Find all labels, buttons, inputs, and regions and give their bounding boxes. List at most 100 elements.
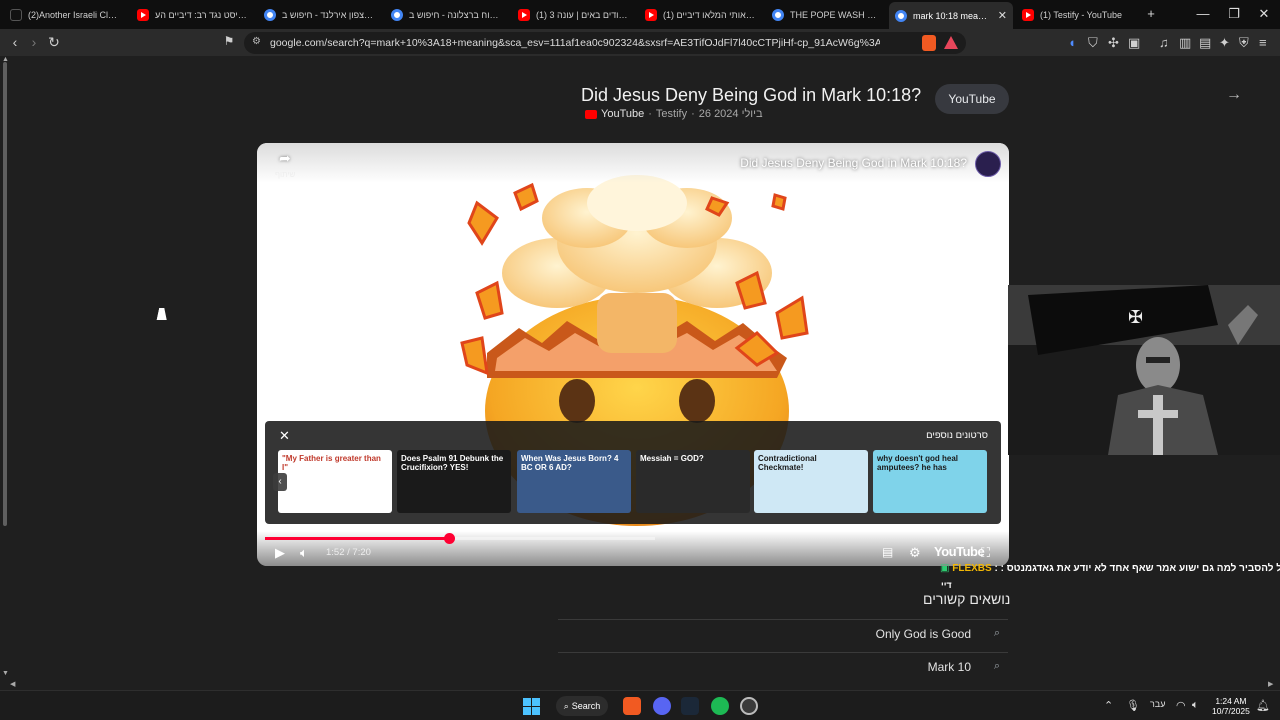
extensions-icon[interactable]: ✣	[1108, 35, 1119, 51]
tab-7[interactable]: THE POPE WASH FIT IN PI	[766, 4, 886, 26]
spotify-icon[interactable]	[711, 697, 729, 715]
minimize-button[interactable]: —	[1193, 6, 1213, 21]
clock-time: 1:24 AM	[1215, 696, 1247, 706]
clock[interactable]: 1:24 AM 10/7/2025	[1212, 696, 1250, 716]
share-icon[interactable]: ➦	[279, 150, 291, 167]
leo-ai-icon[interactable]: ✦	[1219, 35, 1230, 51]
screenshot-icon[interactable]: ▣	[1128, 35, 1140, 51]
language-indicator[interactable]: עבר	[1150, 699, 1165, 709]
horizontal-scrollbar[interactable]: ◀ ▶	[0, 680, 1280, 690]
tab-title: mark 10:18 meaning	[913, 10, 992, 21]
stream-overlay-knight-image: ✠	[1008, 285, 1280, 455]
scroll-right-arrow[interactable]: ▶	[1268, 680, 1273, 688]
wifi-icon[interactable]: ◠	[1176, 699, 1186, 712]
related-topics-heading: נושאים קשורים	[923, 591, 1011, 607]
media-icon[interactable]: ♫	[1159, 35, 1169, 50]
brave-shields-icon[interactable]	[922, 35, 936, 51]
tab-9[interactable]: (1) Testify - YouTube	[1016, 4, 1136, 26]
clock-date: 10/7/2025	[1212, 706, 1250, 716]
volume-icon[interactable]: 🔈︎	[1192, 699, 1199, 712]
meta-separator: ·	[648, 108, 652, 120]
related-topic-item[interactable]: Only God is Good ⌕	[558, 619, 1008, 651]
share-label[interactable]: שיתוף	[275, 170, 295, 179]
notification-bell-icon[interactable]: 🔔︎	[1256, 699, 1270, 712]
url-text[interactable]: google.com/search?q=mark+10%3A18+meaning…	[270, 37, 880, 49]
translate-icon[interactable]: ◖	[1068, 35, 1076, 50]
tab-6[interactable]: (1) שכנע אותי המלאו דיביים	[639, 4, 761, 26]
restore-button[interactable]: ❐	[1224, 6, 1244, 22]
new-tab-button[interactable]: +	[1141, 6, 1161, 21]
wallet-icon[interactable]: ▤	[1199, 35, 1211, 51]
tab-2[interactable]: אתאיסט נגד רב: דיביים הע	[131, 4, 253, 26]
tab-4[interactable]: ויכוח ברצלונה - חיפוש ב-Google	[385, 4, 507, 26]
chevron-left-icon[interactable]: ‹	[273, 473, 287, 491]
arrow-right-icon[interactable]: →	[1226, 86, 1242, 104]
tab-5[interactable]: (1) היהודים באים | עונה 3	[512, 4, 634, 26]
play-icon[interactable]: ▶	[275, 545, 285, 561]
google-icon	[772, 9, 784, 21]
google-icon	[391, 9, 403, 21]
taskbar-search-button[interactable]: ⌕ Search	[556, 696, 608, 716]
volume-icon[interactable]: 🔈︎	[300, 545, 308, 561]
channel-avatar[interactable]	[975, 151, 1001, 177]
svg-text:✠: ✠	[1128, 307, 1143, 328]
app-icon[interactable]	[740, 697, 758, 715]
search-icon: ⌕	[993, 627, 1000, 639]
more-video-thumbnail[interactable]: When Was Jesus Born? 4 BC OR 6 AD?	[517, 450, 631, 513]
more-videos-panel: ✕ סרטונים נוספים "My Father is greater t…	[265, 421, 1001, 524]
youtube-logo-button[interactable]: YouTube	[934, 544, 985, 559]
chat-username: FLEXBS	[952, 563, 992, 574]
steam-icon[interactable]	[681, 697, 699, 715]
more-video-thumbnail[interactable]: Contradictional Checkmate!	[754, 450, 868, 513]
vertical-scrollbar[interactable]	[3, 62, 7, 526]
back-icon[interactable]: ‹	[6, 34, 24, 50]
youtube-icon	[1022, 9, 1034, 21]
microphone-icon[interactable]: 🎙︎	[1126, 699, 1140, 712]
vpn-icon[interactable]: ⛨	[1239, 35, 1249, 51]
settings-gear-icon[interactable]: ⚙	[909, 545, 921, 561]
reload-icon[interactable]: ↻	[45, 34, 63, 51]
publish-date: 26 ביולי 2024	[698, 108, 763, 120]
tab-title: אתאיסט נגד רב: דיביים הע	[155, 10, 247, 20]
captions-icon[interactable]: ▤	[882, 545, 893, 559]
menu-icon[interactable]: ≡	[1259, 35, 1267, 50]
thumbnail-text: Contradictional Checkmate!	[758, 454, 817, 472]
tab-3[interactable]: צפון אירלנד - חיפוש ב-Google	[258, 4, 380, 26]
video-player[interactable]: ➦ שיתוף Did Jesus Deny Being God in Mark…	[257, 143, 1009, 566]
shield-icon[interactable]: ⛉	[1088, 35, 1098, 51]
more-videos-label: סרטונים נוספים	[926, 430, 988, 441]
sidebar-icon[interactable]: ▥	[1179, 35, 1191, 51]
brave-rewards-icon[interactable]	[944, 36, 958, 49]
youtube-open-button[interactable]: YouTube	[935, 84, 1009, 114]
address-bar[interactable]: ⚙ google.com/search?q=mark+10%3A18+meani…	[244, 32, 966, 54]
windows-start-icon[interactable]	[523, 698, 540, 715]
taskbar: ⌕ Search ⌃ 🎙︎ עבר ◠ 🔈︎ 1:24 AM 10/7/2025…	[0, 690, 1280, 720]
search-icon: ⌕	[563, 700, 569, 711]
player-title[interactable]: Did Jesus Deny Being God in Mark 10:18?	[740, 156, 967, 170]
brave-browser-icon[interactable]	[623, 697, 641, 715]
site-info-icon[interactable]: ⚙	[252, 36, 261, 47]
close-window-button[interactable]: ✕	[1254, 6, 1274, 22]
tab-title: (1) שכנע אותי המלאו דיביים	[663, 10, 755, 20]
tab-title: THE POPE WASH FIT IN PI	[790, 10, 880, 20]
scroll-left-arrow[interactable]: ◀	[10, 680, 15, 688]
tab-strip: (2)Another Israeli Classic אתאיסט נגד רב…	[0, 0, 1280, 29]
chevron-up-icon[interactable]: ⌃	[1104, 699, 1113, 712]
close-tab-icon[interactable]: ✕	[998, 9, 1007, 22]
youtube-icon	[518, 9, 530, 21]
more-video-thumbnail[interactable]: why doesn't god heal amputees? he has	[873, 450, 987, 513]
related-topic-label: Only God is Good	[875, 627, 971, 641]
more-video-thumbnail[interactable]: Messiah = GOD?	[636, 450, 750, 513]
more-video-thumbnail[interactable]: "My Father is greater than I"	[278, 450, 392, 513]
bookmark-icon[interactable]: ⚑	[220, 34, 238, 48]
tab-1[interactable]: (2)Another Israeli Classic	[4, 4, 124, 26]
scrubber-handle[interactable]	[444, 533, 455, 544]
forward-icon[interactable]: ›	[25, 34, 43, 50]
discord-icon[interactable]	[653, 697, 671, 715]
close-icon[interactable]: ✕	[279, 428, 290, 444]
fullscreen-icon[interactable]: ⛶	[981, 545, 990, 561]
tab-active[interactable]: mark 10:18 meaning ✕	[889, 2, 1013, 29]
scroll-down-arrow[interactable]: ▼	[2, 670, 9, 677]
more-video-thumbnail[interactable]: Does Psalm 91 Debunk the Crucifixion? YE…	[397, 450, 511, 513]
video-title[interactable]: Did Jesus Deny Being God in Mark 10:18?	[581, 85, 921, 106]
